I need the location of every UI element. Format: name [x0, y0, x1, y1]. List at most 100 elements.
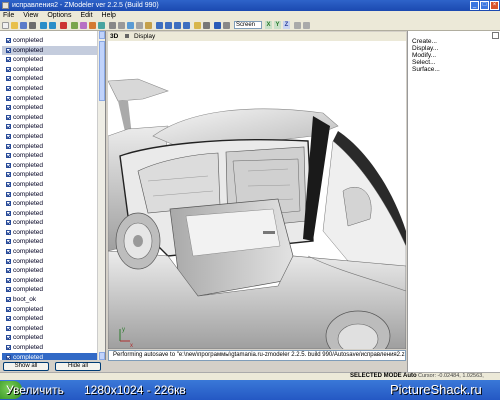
visibility-checkbox[interactable]: [6, 133, 11, 139]
viewport-mode[interactable]: 3D: [108, 33, 120, 40]
list-item[interactable]: completed: [2, 132, 98, 142]
menu-view[interactable]: View: [23, 11, 38, 20]
scroll-thumb[interactable]: [99, 41, 105, 101]
list-item[interactable]: completed: [2, 94, 98, 104]
visibility-checkbox[interactable]: [6, 201, 11, 207]
visibility-checkbox[interactable]: [6, 306, 11, 312]
visibility-checkbox[interactable]: [6, 57, 11, 63]
list-item[interactable]: completed: [2, 199, 98, 209]
face-icon[interactable]: [174, 22, 181, 29]
visibility-checkbox[interactable]: [6, 85, 11, 91]
maximize-icon[interactable]: □: [480, 1, 489, 10]
visibility-checkbox[interactable]: [6, 153, 11, 159]
command-select[interactable]: Select...: [408, 59, 500, 66]
list-item[interactable]: completed: [2, 170, 98, 180]
visibility-checkbox[interactable]: [6, 210, 11, 216]
pan-icon[interactable]: [145, 22, 152, 29]
visibility-checkbox[interactable]: [6, 325, 11, 331]
object-icon[interactable]: [183, 22, 190, 29]
material-icon[interactable]: [214, 22, 221, 29]
visibility-checkbox[interactable]: [6, 277, 11, 283]
command-surface[interactable]: Surface...: [408, 66, 500, 73]
visibility-checkbox[interactable]: [6, 124, 11, 130]
menu-edit[interactable]: Edit: [80, 11, 92, 20]
visibility-checkbox[interactable]: [6, 258, 11, 264]
list-item[interactable]: completed: [2, 122, 98, 132]
axis-y-button[interactable]: Y: [274, 21, 281, 29]
list-item[interactable]: completed: [2, 65, 98, 75]
list-item[interactable]: completed: [2, 266, 98, 276]
list-item[interactable]: completed: [2, 237, 98, 247]
visibility-checkbox[interactable]: [6, 229, 11, 235]
visibility-checkbox[interactable]: [6, 345, 11, 350]
visibility-checkbox[interactable]: [6, 95, 11, 101]
grid-icon[interactable]: [118, 22, 125, 29]
list-item[interactable]: completed: [2, 209, 98, 219]
viewport-menu-icon[interactable]: [125, 34, 130, 38]
view-icon[interactable]: [127, 22, 134, 29]
list-item[interactable]: completed: [2, 218, 98, 228]
visibility-checkbox[interactable]: [6, 354, 11, 360]
coordinate-space-select[interactable]: Screen: [234, 21, 262, 29]
list-item[interactable]: completed: [2, 276, 98, 286]
scroll-down-icon[interactable]: [99, 352, 105, 360]
command-modify[interactable]: Modify...: [408, 52, 500, 59]
command-create[interactable]: Create...: [408, 38, 500, 45]
zoom-icon[interactable]: [136, 22, 143, 29]
rotate-icon[interactable]: [89, 22, 96, 29]
list-item[interactable]: completed: [2, 352, 98, 360]
menu-help[interactable]: Help: [102, 11, 116, 20]
scale-icon[interactable]: [98, 22, 105, 29]
list-item[interactable]: completed: [2, 180, 98, 190]
list-item[interactable]: completed: [2, 74, 98, 84]
list-item[interactable]: completed: [2, 36, 98, 46]
visibility-checkbox[interactable]: [6, 268, 11, 274]
save-icon[interactable]: [20, 22, 27, 29]
list-item[interactable]: boot_ok: [2, 295, 98, 305]
visibility-checkbox[interactable]: [6, 239, 11, 245]
visibility-checkbox[interactable]: [6, 38, 11, 43]
visibility-checkbox[interactable]: [6, 287, 11, 293]
texture-icon[interactable]: [223, 22, 230, 29]
list-item[interactable]: completed: [2, 228, 98, 238]
axis-z-button[interactable]: Z: [283, 21, 290, 29]
zoom-overlay[interactable]: Увеличить: [6, 382, 64, 398]
3d-viewport[interactable]: y x: [108, 41, 406, 349]
delete-icon[interactable]: [60, 22, 67, 29]
list-item[interactable]: completed: [2, 314, 98, 324]
visibility-checkbox[interactable]: [6, 162, 11, 168]
show-all-button[interactable]: Show all: [3, 362, 49, 371]
list-item[interactable]: completed: [2, 55, 98, 65]
visibility-checkbox[interactable]: [6, 249, 11, 255]
scroll-up-icon[interactable]: [99, 31, 105, 39]
list-item[interactable]: completed: [2, 324, 98, 334]
visibility-checkbox[interactable]: [6, 172, 11, 178]
list-item[interactable]: completed: [2, 247, 98, 257]
list-item[interactable]: completed: [2, 84, 98, 94]
edge-icon[interactable]: [165, 22, 172, 29]
visibility-checkbox[interactable]: [6, 105, 11, 111]
auto-mode[interactable]: Auto: [403, 373, 417, 380]
vertex-icon[interactable]: [156, 22, 163, 29]
visibility-checkbox[interactable]: [6, 66, 11, 72]
visibility-checkbox[interactable]: [6, 76, 11, 82]
redo-icon[interactable]: [49, 22, 56, 29]
menu-file[interactable]: File: [3, 11, 14, 20]
print-icon[interactable]: [29, 22, 36, 29]
options-icon[interactable]: [303, 22, 310, 29]
visibility-checkbox[interactable]: [6, 143, 11, 149]
move-icon[interactable]: [80, 22, 87, 29]
list-item[interactable]: completed: [2, 142, 98, 152]
list-item[interactable]: completed: [2, 285, 98, 295]
list-item[interactable]: completed: [2, 103, 98, 113]
menu-options[interactable]: Options: [47, 11, 71, 20]
list-item[interactable]: completed: [2, 190, 98, 200]
visibility-checkbox[interactable]: [6, 191, 11, 197]
minimize-icon[interactable]: _: [470, 1, 479, 10]
list-item[interactable]: completed: [2, 45, 98, 56]
visibility-checkbox[interactable]: [6, 220, 11, 226]
visibility-checkbox[interactable]: [6, 114, 11, 120]
visibility-checkbox[interactable]: [6, 316, 11, 322]
light-icon[interactable]: [194, 22, 201, 29]
axis-x-button[interactable]: X: [265, 21, 272, 29]
